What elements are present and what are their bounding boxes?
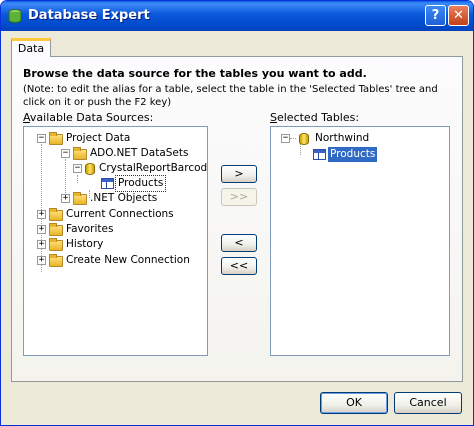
expand-icon[interactable]: +	[61, 194, 70, 203]
tree-item-products-selected[interactable]: Products	[271, 147, 449, 162]
tree-item-northwind[interactable]: − Northwind	[271, 131, 449, 146]
ok-button[interactable]: OK	[320, 392, 388, 414]
folder-icon	[49, 208, 63, 221]
tree-item-label: Products	[115, 175, 167, 192]
collapse-icon[interactable]: −	[37, 134, 46, 143]
tree-item-label: History	[66, 238, 104, 250]
tree-item-label: .NET Objects	[90, 192, 158, 204]
tree-item-current-connections[interactable]: + Current Connections	[24, 207, 207, 222]
collapse-icon[interactable]: −	[73, 164, 82, 173]
tree-item-project-data[interactable]: − Project Data	[24, 131, 207, 146]
tree-item-create-new-connection[interactable]: + Create New Connection	[24, 253, 207, 268]
instruction-heading: Browse the data source for the tables yo…	[23, 67, 367, 80]
folder-icon	[73, 147, 87, 160]
tree-item-label: CrystalReportBarcodeD	[99, 162, 208, 174]
selected-tables-label: Selected Tables:	[270, 111, 359, 124]
close-button[interactable]: ✕	[448, 5, 469, 26]
database-icon	[299, 133, 309, 145]
tree-item-label: Project Data	[66, 132, 131, 144]
collapse-icon[interactable]: −	[61, 149, 70, 158]
tree-item-label: Create New Connection	[66, 254, 190, 266]
selected-tables-label-rest: elected Tables:	[276, 111, 360, 124]
collapse-icon[interactable]: −	[281, 134, 290, 143]
tree-item-label: Northwind	[315, 132, 370, 144]
expand-icon[interactable]: +	[37, 210, 46, 219]
available-data-sources-tree[interactable]: − Project Data − ADO.NET DataSets − Crys…	[23, 126, 208, 356]
selected-tables-tree[interactable]: − Northwind Products	[270, 126, 450, 356]
remove-all-tables-button[interactable]: <<	[221, 257, 257, 275]
available-sources-label-rest: vailable Data Sources:	[29, 111, 154, 124]
title-bar[interactable]: Database Expert ? ✕	[1, 1, 473, 31]
table-icon	[101, 178, 114, 189]
expand-icon[interactable]: +	[37, 225, 46, 234]
database-icon	[85, 163, 95, 175]
selected-tables-label-accesskey: S	[270, 111, 277, 124]
tree-item-crystal-report-dataset[interactable]: − CrystalReportBarcodeD	[24, 161, 207, 176]
tree-item-net-objects[interactable]: + .NET Objects	[24, 191, 207, 206]
folder-icon	[49, 223, 63, 236]
database-expert-icon	[8, 9, 22, 23]
instruction-note: (Note: to edit the alias for a table, se…	[23, 84, 438, 108]
folder-icon	[73, 192, 87, 205]
cancel-button[interactable]: Cancel	[394, 392, 462, 414]
table-icon	[313, 149, 326, 160]
folder-icon	[49, 132, 63, 145]
tree-item-products-available[interactable]: Products	[24, 175, 207, 192]
expand-icon[interactable]: +	[37, 256, 46, 265]
tree-item-ado-net-datasets[interactable]: − ADO.NET DataSets	[24, 146, 207, 161]
expand-icon[interactable]: +	[37, 240, 46, 249]
available-sources-label-accesskey: A	[23, 111, 30, 124]
tree-item-history[interactable]: + History	[24, 237, 207, 252]
folder-icon	[49, 254, 63, 267]
tree-item-label: Current Connections	[66, 208, 174, 220]
tree-item-label: Products	[328, 147, 378, 162]
remove-table-button[interactable]: <	[221, 234, 257, 252]
folder-icon	[49, 238, 63, 251]
tree-item-label: Favorites	[66, 223, 114, 235]
window-title: Database Expert	[28, 8, 150, 23]
tab-data[interactable]: Data	[11, 38, 51, 57]
tree-item-favorites[interactable]: + Favorites	[24, 222, 207, 237]
available-sources-label: Available Data Sources:	[23, 111, 153, 124]
help-button[interactable]: ?	[425, 5, 446, 26]
add-all-tables-button[interactable]: >>	[221, 188, 257, 206]
add-table-button[interactable]: >	[221, 165, 257, 183]
tree-item-label: ADO.NET DataSets	[90, 147, 189, 159]
